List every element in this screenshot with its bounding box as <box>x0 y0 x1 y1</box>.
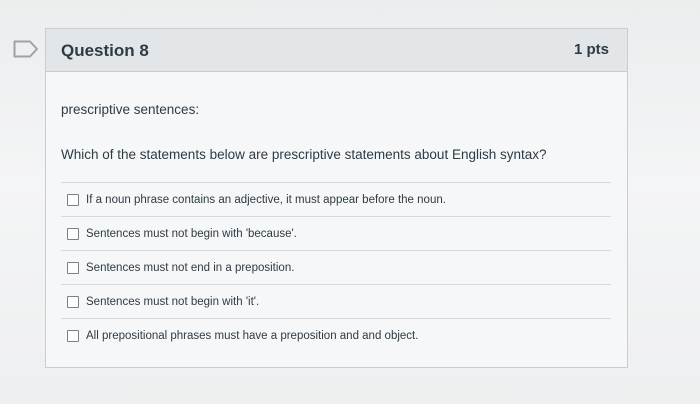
answer-checkbox[interactable] <box>67 295 79 308</box>
answer-checkbox[interactable] <box>67 329 79 342</box>
question-card: Question 8 1 pts prescriptive sentences:… <box>45 28 628 368</box>
answer-label[interactable]: Sentences must not begin with 'it'. <box>86 296 259 308</box>
answer-option[interactable]: Sentences must not begin with 'it'. <box>61 284 611 318</box>
answer-list: If a noun phrase contains an adjective, … <box>61 182 611 352</box>
answer-option[interactable]: All prepositional phrases must have a pr… <box>61 318 611 352</box>
question-header: Question 8 1 pts <box>46 29 627 72</box>
question-prompt: Which of the statements below are prescr… <box>61 147 547 162</box>
answer-checkbox[interactable] <box>67 227 79 240</box>
answer-label[interactable]: Sentences must not begin with 'because'. <box>86 228 297 240</box>
question-title: Question 8 <box>61 41 149 60</box>
answer-checkbox[interactable] <box>67 193 79 206</box>
question-body: prescriptive sentences: Which of the sta… <box>46 102 627 352</box>
answer-checkbox[interactable] <box>67 261 79 274</box>
flag-icon[interactable] <box>13 40 39 58</box>
answer-label[interactable]: If a noun phrase contains an adjective, … <box>86 194 446 206</box>
answer-option[interactable]: Sentences must not end in a preposition. <box>61 250 611 284</box>
question-intro: prescriptive sentences: <box>61 102 200 117</box>
answer-option[interactable]: If a noun phrase contains an adjective, … <box>61 182 611 216</box>
answer-label[interactable]: Sentences must not end in a preposition. <box>86 262 294 274</box>
question-points: 1 pts <box>573 41 609 58</box>
answer-label[interactable]: All prepositional phrases must have a pr… <box>86 330 418 342</box>
answer-option[interactable]: Sentences must not begin with 'because'. <box>61 216 611 250</box>
